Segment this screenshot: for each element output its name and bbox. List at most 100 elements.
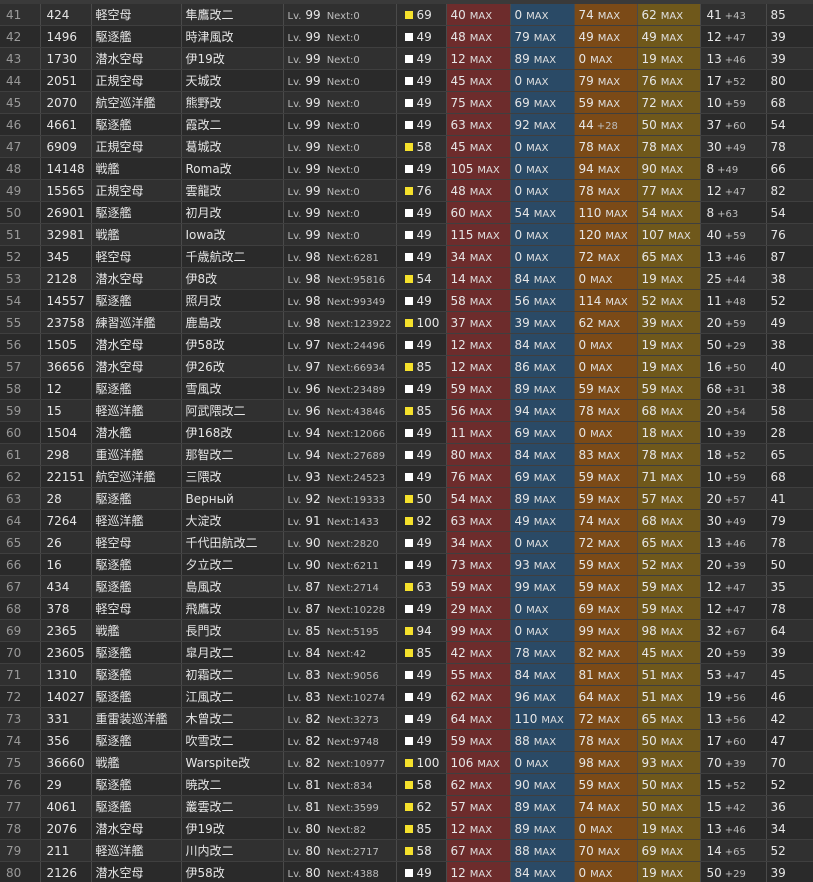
firepower-cell: 45 MAX (446, 69, 511, 92)
ship-id: 2365 (46, 623, 78, 638)
table-row[interactable]: 64 7264 軽巡洋艦 大淀改 Lv. 91 Next:1433 92 63 MAX 49 MAX 7… (0, 509, 813, 532)
torpedo-value: 89 (514, 51, 530, 66)
table-row[interactable]: 74 356 駆逐艦 吹雪改二 Lv. 82 Next:9748 49 59 MAX 88 MAX 78… (0, 729, 813, 752)
condition-cell: 76 (396, 179, 447, 202)
table-row[interactable]: 80 2126 潜水空母 伊58改 Lv. 80 Next:4388 49 12 MAX 84 MAX… (0, 861, 813, 882)
torpedo-max-label: MAX (526, 164, 549, 176)
next-exp: Next:6211 (326, 560, 379, 572)
luck-cell: 15 +42 (700, 795, 767, 818)
last-stat-cell: 82 (766, 179, 813, 202)
table-row[interactable]: 47 6909 正規空母 葛城改 Lv. 99 Next:0 58 45 MAX 0 MAX 78 MAX… (0, 135, 813, 158)
table-row[interactable]: 42 1496 駆逐艦 時津風改 Lv. 99 Next:0 49 48 MAX 79 MAX 49 MA… (0, 25, 813, 48)
table-row[interactable]: 48 14148 戦艦 Roma改 Lv. 99 Next:0 49 105 MAX 0 MAX 94 M… (0, 157, 813, 180)
table-row[interactable]: 79 211 軽巡洋艦 川内改二 Lv. 80 Next:2717 58 67 MAX 88 MAX 7… (0, 839, 813, 862)
condition-indicator-icon (404, 275, 413, 283)
ship-type: 航空巡洋艦 (95, 470, 156, 484)
firepower-cell: 106 MAX (446, 751, 511, 774)
level-cell: Lv. 98 Next:123922 (283, 311, 397, 334)
anti-air-cell: 59 MAX (574, 91, 638, 114)
condition-value: 69 (416, 7, 432, 22)
luck-value: 68 (706, 381, 722, 396)
torpedo-cell: 89 MAX (510, 487, 575, 510)
anti-air-value: 82 (578, 645, 594, 660)
condition-indicator-icon (404, 341, 413, 349)
armor-max-label: MAX (660, 824, 684, 836)
last-stat-value: 50 (770, 557, 786, 572)
last-stat-cell: 66 (766, 157, 813, 180)
table-row[interactable]: 75 36660 戦艦 Warspite改 Lv. 82 Next:10977 100 106 M… (0, 751, 813, 774)
condition-indicator-icon (404, 605, 413, 613)
table-row[interactable]: 73 331 重雷装巡洋艦 木曾改二 Lv. 82 Next:3273 49 64 MAX 110 M… (0, 707, 813, 730)
torpedo-cell: 88 MAX (510, 729, 575, 752)
ship-name: 照月改 (185, 294, 222, 308)
table-row[interactable]: 59 15 軽巡洋艦 阿武隈改二 Lv. 96 Next:43846 85 56 MAX 94 MAX… (0, 399, 813, 422)
firepower-cell: 42 MAX (446, 641, 511, 664)
table-row[interactable]: 77 4061 駆逐艦 叢雲改二 Lv. 81 Next:3599 62 57 MAX 89 MAX 7… (0, 795, 813, 818)
table-row[interactable]: 46 4661 駆逐艦 霞改二 Lv. 99 Next:0 49 63 MAX 92 MAX 44 +28… (0, 113, 813, 136)
ship-name: 皐月改二 (185, 646, 234, 660)
table-row[interactable]: 55 23758 練習巡洋艦 鹿島改 Lv. 98 Next:123922 100 37 MAX 3… (0, 311, 813, 334)
level-value: 98 (305, 315, 321, 330)
last-stat-value: 87 (770, 249, 786, 264)
ship-id: 4661 (46, 117, 78, 132)
ship-name: 伊8改 (185, 272, 218, 286)
table-row[interactable]: 67 434 駆逐艦 島風改 Lv. 87 Next:2714 63 59 MAX 99 MAX 59 M… (0, 575, 813, 598)
torpedo-cell: 0 MAX (510, 4, 575, 26)
ship-name-cell: 伊19改 (181, 817, 284, 840)
ship-type: 戦艦 (95, 162, 120, 176)
table-row[interactable]: 65 26 軽空母 千代田航改二 Lv. 90 Next:2820 49 34 MAX 0 MAX 72… (0, 531, 813, 554)
row-index: 52 (6, 249, 22, 264)
ship-id: 36656 (46, 359, 85, 374)
table-row[interactable]: 69 2365 戦艦 長門改 Lv. 85 Next:5195 94 99 MAX 0 MAX 99 MA… (0, 619, 813, 642)
table-row[interactable]: 78 2076 潜水空母 伊19改 Lv. 80 Next:82 85 12 MAX 89 MAX 0 M… (0, 817, 813, 840)
table-row[interactable]: 43 1730 潜水空母 伊19改 Lv. 99 Next:0 49 12 MAX 89 MAX 0 MA… (0, 47, 813, 70)
level-cell: Lv. 99 Next:0 (283, 179, 397, 202)
table-row[interactable]: 61 298 重巡洋艦 那智改二 Lv. 94 Next:27689 49 80 MAX 84 MAX… (0, 443, 813, 466)
condition-value: 92 (416, 513, 432, 528)
table-row[interactable]: 66 16 駆逐艦 夕立改二 Lv. 90 Next:6211 49 73 MAX 93 MAX 59 M… (0, 553, 813, 576)
firepower-value: 56 (450, 403, 466, 418)
anti-air-cell: 72 MAX (574, 245, 638, 268)
firepower-cell: 11 MAX (446, 421, 511, 444)
table-row[interactable]: 72 14027 駆逐艦 江風改二 Lv. 83 Next:10274 49 62 MAX 96 MA… (0, 685, 813, 708)
next-exp: Next:3599 (326, 802, 379, 814)
table-row[interactable]: 68 378 軽空母 飛鷹改 Lv. 87 Next:10228 49 29 MAX 0 MAX 69 M… (0, 597, 813, 620)
table-row[interactable]: 71 1310 駆逐艦 初霜改二 Lv. 83 Next:9056 49 55 MAX 84 MAX 8… (0, 663, 813, 686)
condition-indicator-icon (404, 121, 413, 129)
level-cell: Lv. 98 Next:6281 (283, 245, 397, 268)
firepower-max-label: MAX (469, 208, 493, 220)
table-row[interactable]: 56 1505 潜水空母 伊58改 Lv. 97 Next:24496 49 12 MAX 84 MA… (0, 333, 813, 356)
table-row[interactable]: 45 2070 航空巡洋艦 熊野改 Lv. 99 Next:0 49 75 MAX 69 MAX 59 M… (0, 91, 813, 114)
table-row[interactable]: 70 23605 駆逐艦 皐月改二 Lv. 84 Next:42 85 42 MAX 78 MAX 82… (0, 641, 813, 664)
table-row[interactable]: 62 22151 航空巡洋艦 三隈改 Lv. 93 Next:24523 49 76 MAX 69 M… (0, 465, 813, 488)
ship-type-cell: 駆逐艦 (91, 575, 182, 598)
table-row[interactable]: 52 345 軽空母 千歳航改二 Lv. 98 Next:6281 49 34 MAX 0 MAX 72… (0, 245, 813, 268)
armor-value: 98 (641, 623, 657, 638)
table-row[interactable]: 49 15565 正規空母 雲龍改 Lv. 99 Next:0 76 48 MAX 0 MAX 78 MA… (0, 179, 813, 202)
level-cell: Lv. 99 Next:0 (283, 223, 397, 246)
table-row[interactable]: 76 29 駆逐艦 暁改二 Lv. 81 Next:834 58 62 MAX 90 MAX 59 MAX… (0, 773, 813, 796)
table-row[interactable]: 53 2128 潜水空母 伊8改 Lv. 98 Next:95816 54 14 MAX 84 MAX… (0, 267, 813, 290)
ship-name-cell: 時津風改 (181, 25, 284, 48)
table-row[interactable]: 58 12 駆逐艦 雪風改 Lv. 96 Next:23489 49 59 MAX 89 MAX 59 M… (0, 377, 813, 400)
condition-cell: 49 (396, 377, 447, 400)
luck-cell: 50 +29 (700, 861, 767, 882)
firepower-cell: 12 MAX (446, 355, 511, 378)
row-index: 41 (6, 7, 22, 22)
ship-id-cell: 26901 (40, 201, 92, 224)
torpedo-value: 0 (514, 73, 523, 88)
table-row[interactable]: 41 424 軽空母 隼鷹改二 Lv. 99 Next:0 69 40 MAX 0 MAX 74 MAX 6… (0, 4, 813, 26)
table-row[interactable]: 50 26901 駆逐艦 初月改 Lv. 99 Next:0 49 60 MAX 54 MAX 110 M… (0, 201, 813, 224)
table-row[interactable]: 54 14557 駆逐艦 照月改 Lv. 98 Next:99349 49 58 MAX 56 MAX… (0, 289, 813, 312)
ship-name: Iowa改 (185, 228, 226, 242)
table-row[interactable]: 57 36656 潜水空母 伊26改 Lv. 97 Next:66934 85 12 MAX 86 M… (0, 355, 813, 378)
condition-value: 49 (416, 29, 432, 44)
table-row[interactable]: 63 28 駆逐艦 Верный Lv. 92 Next:19333 50 54 MAX 89 MAX… (0, 487, 813, 510)
table-row[interactable]: 51 32981 戦艦 Iowa改 Lv. 99 Next:0 49 115 MAX 0 MAX 120… (0, 223, 813, 246)
table-row[interactable]: 60 1504 潜水艦 伊168改 Lv. 94 Next:12066 49 11 MAX 69 MA… (0, 421, 813, 444)
level-prefix: Lv. (287, 32, 302, 44)
ship-id-cell: 4061 (40, 795, 92, 818)
table-row[interactable]: 44 2051 正規空母 天城改 Lv. 99 Next:0 49 45 MAX 0 MAX 79 MAX… (0, 69, 813, 92)
luck-value: 12 (706, 183, 722, 198)
ship-name: 熊野改 (185, 96, 222, 110)
